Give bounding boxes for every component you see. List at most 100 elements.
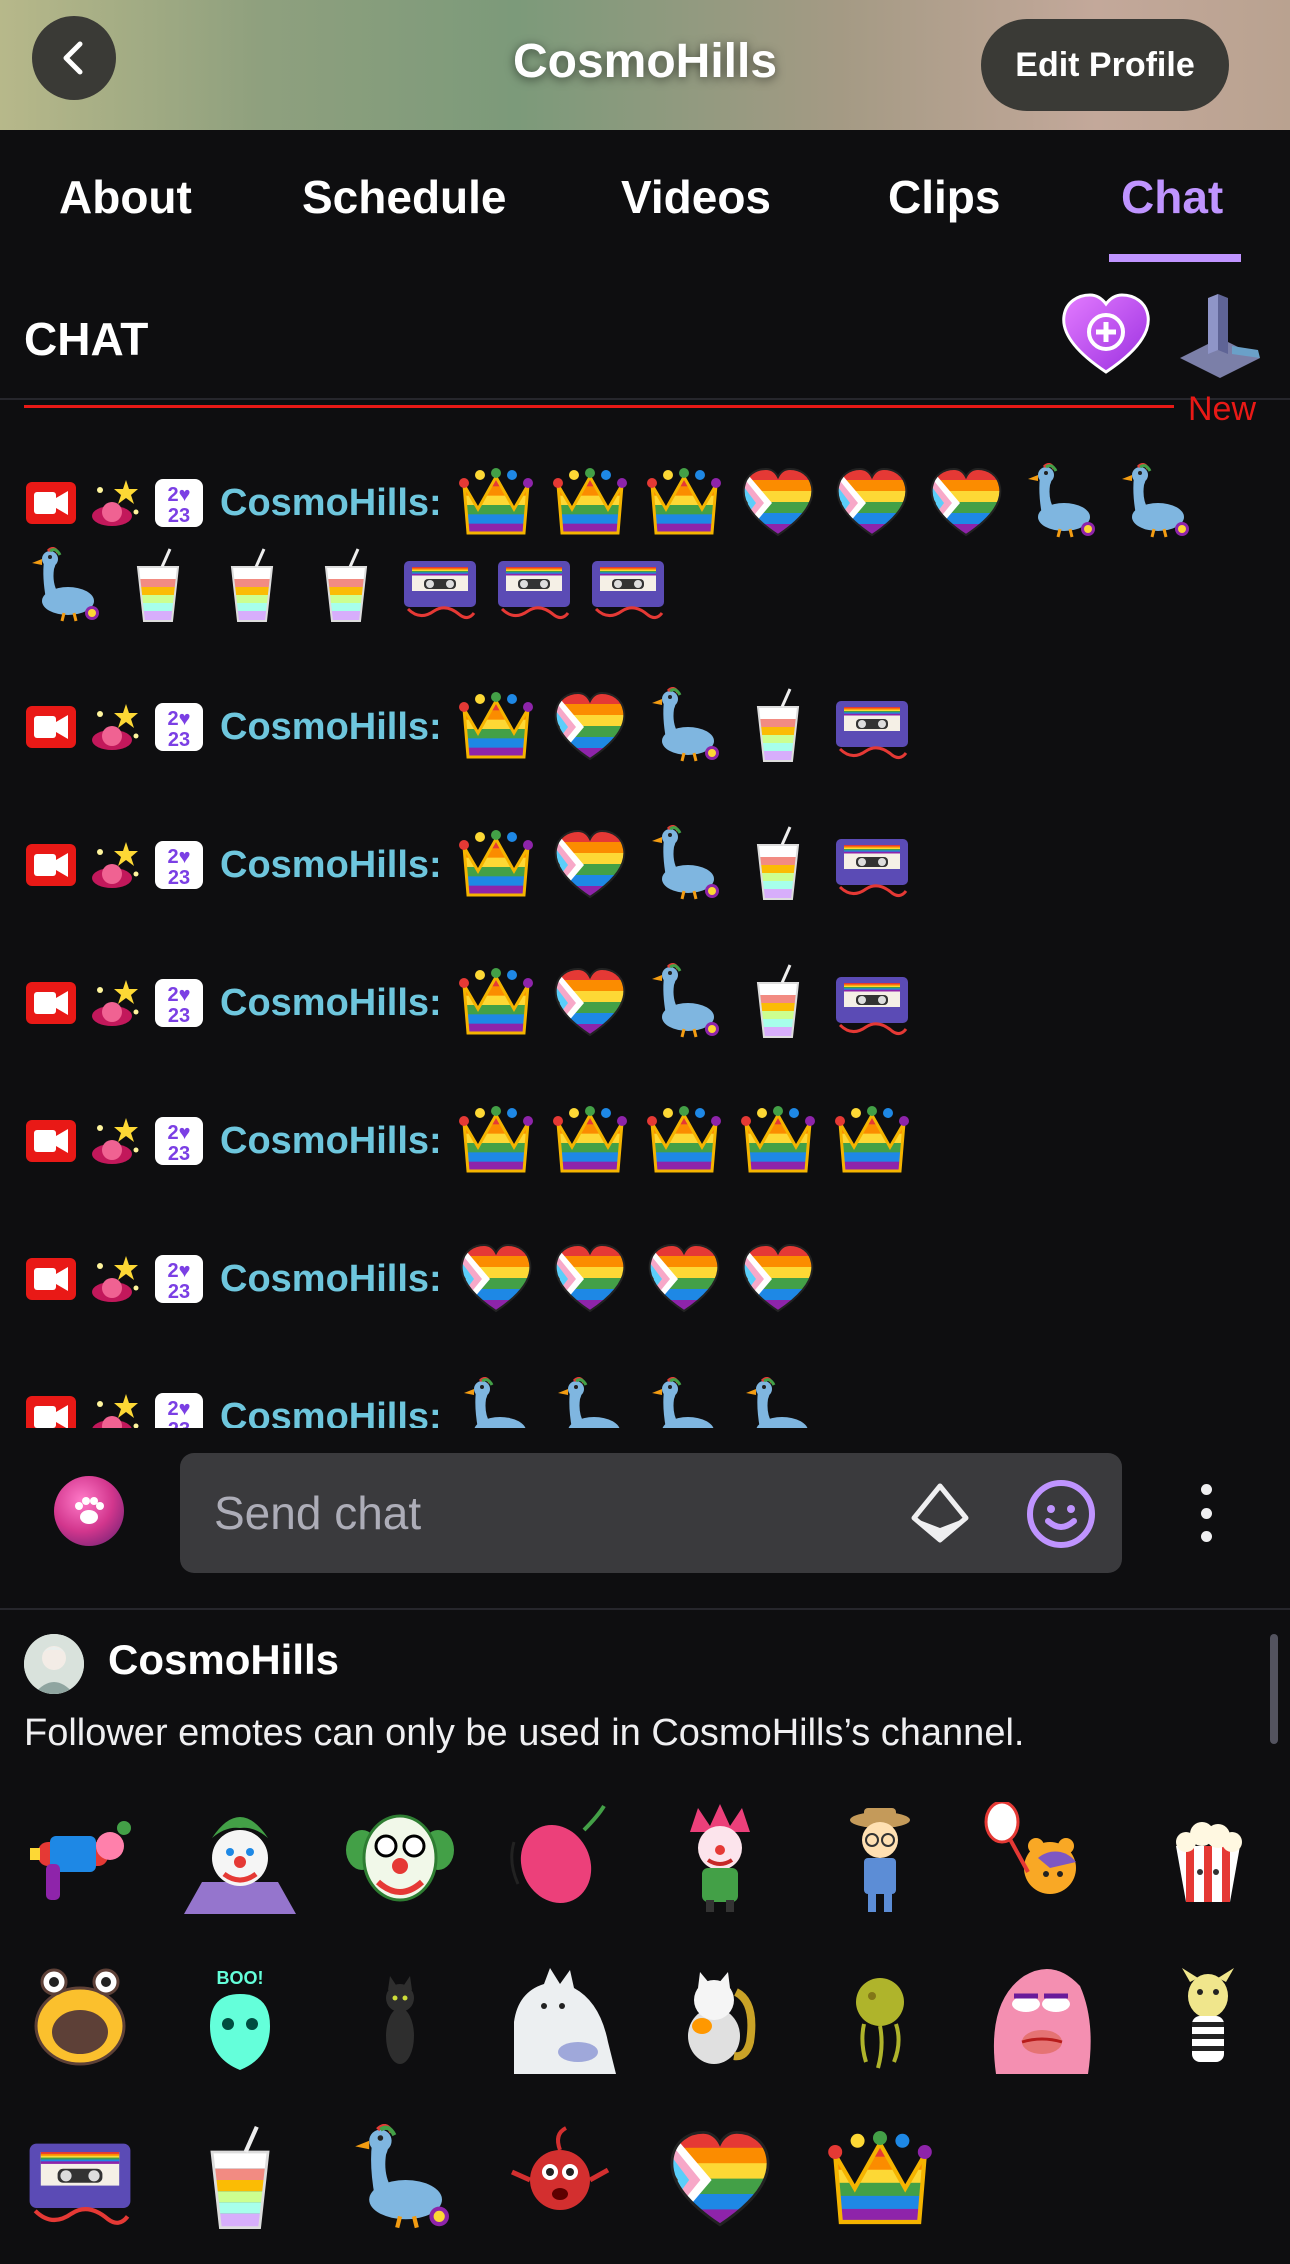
pink-lips-emote-icon [993,1968,1091,2074]
emote-option[interactable] [824,1962,936,2074]
chat-title: CHAT [24,313,149,365]
emote-option[interactable] [344,1802,456,1914]
chat-message[interactable]: 2♥ 23 CosmoHills: [24,820,1264,910]
rainbow-cup-emote-icon [756,688,799,762]
tab-schedule[interactable]: Schedule [302,170,507,224]
tab-about[interactable]: About [59,170,192,224]
goose-emote-icon [651,687,719,762]
chat-username[interactable]: CosmoHills: [220,982,442,1025]
svg-text:23: 23 [168,1281,190,1303]
tab-clips[interactable]: Clips [888,170,1000,224]
stars-badge-icon [92,480,139,526]
stars-badge-icon [92,980,139,1026]
popcorn-emote-icon [1176,1822,1242,1902]
goose-emote-icon [355,2123,449,2229]
paw-icon [75,1497,104,1524]
rainbow-cup-emote-icon [324,548,368,622]
year-2023-badge-icon: 2♥ 23 [155,1393,203,1428]
leaderboard-icon[interactable] [1172,288,1268,384]
emote-option[interactable] [184,2124,296,2236]
emote-option[interactable] [984,1962,1096,2074]
goose-emote-icon [32,547,99,622]
svg-text:23: 23 [168,505,190,527]
emote-option[interactable] [504,1802,616,1914]
stars-badge-icon [92,1118,139,1164]
black-cat-emote-icon [386,1976,414,2064]
chat-username[interactable]: CosmoHills: [220,482,442,525]
emote-option[interactable] [344,2123,456,2236]
more-options-button[interactable] [1184,1478,1228,1548]
cassette-emote-icon [592,561,664,620]
clown-pink-emote-icon [690,1804,750,1912]
stars-badge-icon [92,842,139,888]
svg-text:BOO!: BOO! [217,1968,264,1988]
goose-emote-icon [651,825,719,900]
emote-option[interactable] [504,1962,616,2074]
chat-username[interactable]: CosmoHills: [220,706,442,749]
clown-purple-emote-icon [184,1817,296,1914]
chat-message-list[interactable]: 2♥ 23 CosmoHills: 2♥ 23 CosmoHills: 2♥ 2… [0,410,1290,1428]
chat-username[interactable]: CosmoHills: [220,844,442,887]
crown-emote-icon [458,1106,533,1173]
goose-emote-icon [1027,463,1095,538]
tab-videos[interactable]: Videos [621,170,771,224]
emote-option[interactable] [1152,1802,1264,1914]
emote-option[interactable] [504,2124,616,2236]
chat-message[interactable]: 2♥ 23 CosmoHills: [24,1372,1264,1428]
crown-emote-icon [552,1106,627,1173]
profile-tabs: About Schedule Videos Clips Chat [0,130,1290,264]
year-2023-badge-icon: 2♥ 23 [155,479,203,527]
emote-option[interactable] [664,2124,776,2236]
stars-badge-icon [92,704,139,750]
pride-heart-emote-icon [554,1243,626,1313]
chat-message[interactable]: 2♥ 23 CosmoHills: [24,1096,1264,1186]
raygun-emote-icon [30,1821,131,1900]
crown-emote-icon [458,692,533,759]
chat-message[interactable]: 2♥ 23 CosmoHills: [24,458,1264,632]
emote-option[interactable] [824,1802,936,1914]
zebra-emote-icon [1182,1968,1234,2062]
cat-sax-emote-icon [688,1972,756,2064]
rainbow-cup-emote-icon [230,548,274,622]
dot [1200,1531,1212,1542]
emote-panel-channel: CosmoHills [108,1636,340,1683]
svg-text:2♥: 2♥ [168,484,191,506]
chat-header: CHAT [0,280,1290,400]
emote-option[interactable] [24,2124,136,2236]
chat-username[interactable]: CosmoHills: [220,1120,442,1163]
emote-option[interactable] [664,1802,776,1914]
emote-option[interactable] [24,1962,136,2074]
emote-option[interactable] [184,1802,296,1914]
emote-option[interactable] [24,1802,136,1914]
svg-text:2♥: 2♥ [168,1398,191,1420]
chat-message[interactable]: 2♥ 23 CosmoHills: [24,682,1264,772]
broadcaster-badge-icon [26,482,76,524]
scrollbar[interactable] [1270,1634,1278,1744]
chat-message[interactable]: 2♥ 23 CosmoHills: [24,958,1264,1048]
emote-option[interactable] [1152,1962,1264,2074]
profile-header: CosmoHills Edit Profile [0,0,1290,130]
red-creature-emote-icon [510,2126,610,2210]
yellow-monster-emote-icon [34,1968,126,2066]
chat-input[interactable] [214,1453,854,1573]
year-2023-badge-icon: 2♥ 23 [155,703,203,751]
tab-chat[interactable]: Chat [1121,170,1223,224]
heart-plus-icon[interactable] [1060,292,1152,378]
year-2023-badge-icon: 2♥ 23 [155,979,203,1027]
cassette-emote-icon [835,701,908,760]
bits-icon[interactable] [908,1482,972,1546]
active-tab-indicator [1109,254,1241,262]
chat-message[interactable]: 2♥ 23 CosmoHills: [24,1234,1264,1324]
chat-username[interactable]: CosmoHills: [220,1258,442,1301]
emote-option[interactable] [984,1800,1096,1914]
chat-username[interactable]: CosmoHills: [220,1396,442,1429]
chat-input-box[interactable] [180,1453,1122,1573]
edit-profile-button[interactable]: Edit Profile [981,19,1229,111]
emote-picker-icon[interactable] [1025,1478,1097,1550]
emote-option[interactable] [824,2124,936,2236]
channel-points-button[interactable] [54,1476,124,1546]
clown-green-emote-icon [346,1814,454,1902]
emote-option[interactable] [664,1962,776,2074]
emote-option[interactable] [344,1962,456,2074]
emote-option[interactable]: BOO! [184,1962,296,2074]
